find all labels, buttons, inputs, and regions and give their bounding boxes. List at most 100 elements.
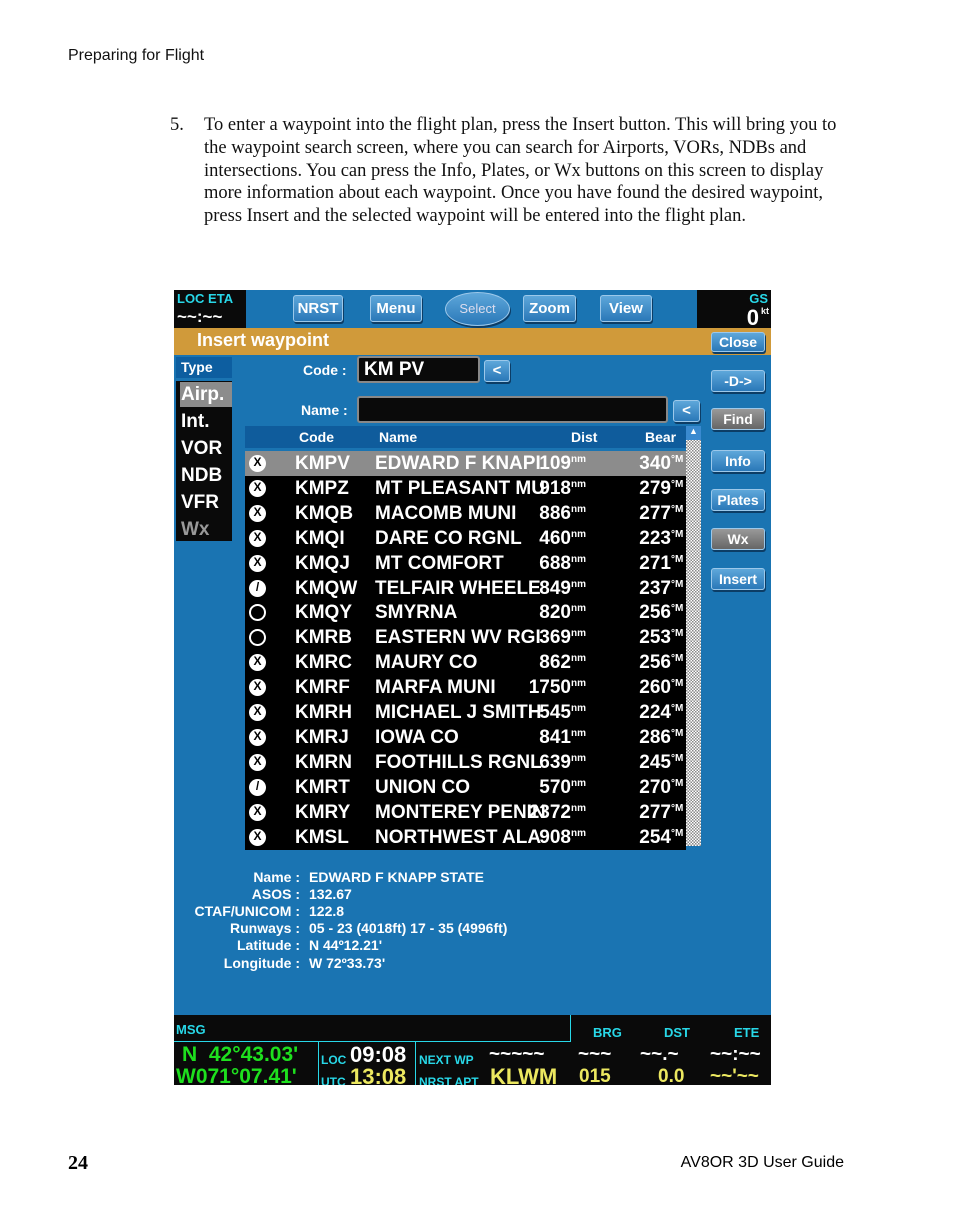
find-button[interactable]: Find bbox=[711, 408, 765, 430]
list-item[interactable]: X KMRN FOOTHILLS RGNL 639nm 245°M bbox=[245, 749, 686, 775]
row-dist: 918nm bbox=[539, 477, 586, 499]
row-bear: 237°M bbox=[639, 577, 684, 599]
info-label: Longitude : bbox=[223, 954, 300, 971]
row-bear: 277°M bbox=[639, 502, 684, 524]
name-label: Name : bbox=[301, 402, 348, 418]
row-dist: 639nm bbox=[539, 751, 586, 773]
name-backspace-button[interactable]: < bbox=[673, 400, 700, 422]
info-value: 132.67 bbox=[309, 886, 352, 903]
list-item[interactable]: X KMRF MARFA MUNI 1750nm 260°M bbox=[245, 675, 686, 701]
row-code: KMPZ bbox=[295, 477, 349, 499]
info-value: EDWARD F KNAPP STATE bbox=[309, 869, 485, 885]
code-input[interactable]: KM PV bbox=[357, 356, 480, 383]
row-name: MACOMB MUNI bbox=[375, 502, 517, 524]
insert-button[interactable]: Insert bbox=[711, 568, 765, 590]
list-header: Code Name Dist Bear bbox=[245, 426, 686, 448]
list-item[interactable]: KMRB EASTERN WV RGI 369nm 253°M bbox=[245, 625, 686, 651]
closed-airport-icon: X bbox=[249, 529, 266, 547]
info-label: ASOS : bbox=[251, 886, 300, 903]
row-bear: 245°M bbox=[639, 751, 684, 773]
name-input[interactable] bbox=[357, 396, 668, 423]
closed-airport-icon: X bbox=[249, 479, 266, 497]
list-scrollbar[interactable]: ▲ bbox=[686, 426, 701, 846]
row-name: UNION CO bbox=[375, 776, 470, 798]
ground-speed-box: GS 0 kt bbox=[697, 290, 771, 330]
row-bear: 270°M bbox=[639, 776, 684, 798]
row-name: NORTHWEST ALA bbox=[375, 826, 542, 848]
list-item[interactable]: X KMRY MONTEREY PENIN 2372nm 277°M bbox=[245, 799, 686, 825]
row-bear: 253°M bbox=[639, 627, 684, 649]
loc-eta-value: ~~:~~ bbox=[177, 307, 223, 326]
latitude-readout: N 42°43.03' bbox=[182, 1043, 299, 1066]
open-circle-icon bbox=[249, 629, 266, 647]
step-text: To enter a waypoint into the flight plan… bbox=[204, 115, 837, 227]
row-name: TELFAIR WHEELE bbox=[375, 577, 541, 599]
row-bear: 254°M bbox=[639, 826, 684, 848]
list-item[interactable]: X KMPV EDWARD F KNAPI 109nm 340°M bbox=[245, 451, 686, 476]
closed-airport-icon: X bbox=[249, 654, 266, 672]
row-dist: 545nm bbox=[539, 702, 586, 723]
closed-airport-icon: X bbox=[249, 753, 266, 771]
column-bear[interactable]: Bear bbox=[645, 426, 676, 448]
list-item[interactable]: X KMRC MAURY CO 862nm 256°M bbox=[245, 650, 686, 676]
type-int[interactable]: Int. bbox=[180, 409, 232, 434]
row-dist: 570nm bbox=[539, 776, 586, 798]
row-code: KMSL bbox=[295, 826, 349, 848]
plates-button[interactable]: Plates bbox=[711, 489, 765, 511]
list-item[interactable]: X KMRH MICHAEL J SMITH 545nm 224°M bbox=[245, 700, 686, 725]
row-dist: 460nm bbox=[539, 527, 586, 549]
nrst-button[interactable]: NRST bbox=[293, 295, 343, 322]
code-backspace-button[interactable]: < bbox=[484, 360, 510, 382]
list-item[interactable]: X KMQI DARE CO RGNL 460nm 223°M bbox=[245, 525, 686, 551]
type-vfr[interactable]: VFR bbox=[180, 490, 232, 515]
type-ndb[interactable]: NDB bbox=[180, 463, 232, 488]
running-header: Preparing for Flight bbox=[68, 47, 205, 64]
info-label: Runways : bbox=[229, 920, 300, 937]
list-item[interactable]: / KMRT UNION CO 570nm 270°M bbox=[245, 774, 686, 800]
list-item[interactable]: KMQY SMYRNA 820nm 256°M bbox=[245, 600, 686, 626]
zoom-button[interactable]: Zoom bbox=[523, 295, 576, 322]
column-name[interactable]: Name bbox=[379, 426, 417, 448]
row-code: KMQJ bbox=[295, 552, 350, 574]
row-code: KMRT bbox=[295, 776, 350, 798]
utc-time-label: UTC bbox=[321, 1075, 346, 1085]
column-dist[interactable]: Dist bbox=[571, 426, 597, 448]
nrst-apt-value: KLWM bbox=[490, 1064, 558, 1085]
next-wp-value: ~~~~~ bbox=[489, 1044, 545, 1065]
info-button[interactable]: Info bbox=[711, 450, 765, 472]
type-airp[interactable]: Airp. bbox=[180, 382, 232, 407]
longitude-readout: W071°07.41' bbox=[176, 1065, 297, 1085]
row-code: KMPV bbox=[295, 453, 350, 474]
msg-label[interactable]: MSG bbox=[176, 1022, 206, 1037]
type-vor[interactable]: VOR bbox=[180, 436, 232, 461]
list-item[interactable]: X KMRJ IOWA CO 841nm 286°M bbox=[245, 724, 686, 750]
row-name: EDWARD F KNAPI bbox=[375, 453, 541, 474]
type-wx[interactable]: Wx bbox=[180, 517, 232, 542]
wx-button[interactable]: Wx bbox=[711, 528, 765, 550]
row-bear: 271°M bbox=[639, 552, 684, 574]
row-code: KMRC bbox=[295, 652, 352, 674]
row-name: SMYRNA bbox=[375, 602, 458, 624]
list-item[interactable]: X KMQB MACOMB MUNI 886nm 277°M bbox=[245, 500, 686, 526]
nrst-ete: ~~'~~ bbox=[710, 1066, 759, 1085]
direct-to-button[interactable]: -D-> bbox=[711, 370, 765, 392]
close-button[interactable]: Close bbox=[711, 332, 765, 352]
row-code: KMRF bbox=[295, 677, 350, 699]
info-label: CTAF/UNICOM : bbox=[194, 903, 301, 920]
list-item[interactable]: / KMQW TELFAIR WHEELE 849nm 237°M bbox=[245, 575, 686, 601]
list-item[interactable]: X KMPZ MT PLEASANT MU 918nm 279°M bbox=[245, 475, 686, 501]
row-name: MT COMFORT bbox=[375, 552, 504, 574]
page-number: 24 bbox=[68, 1152, 88, 1174]
info-value: W 72º33.73' bbox=[309, 954, 386, 971]
ete-label: ETE bbox=[734, 1025, 760, 1040]
view-button[interactable]: View bbox=[600, 295, 652, 322]
select-button[interactable]: Select bbox=[445, 292, 510, 326]
closed-airport-icon: X bbox=[249, 803, 266, 821]
list-item[interactable]: X KMQJ MT COMFORT 688nm 271°M bbox=[245, 550, 686, 576]
column-code[interactable]: Code bbox=[299, 426, 334, 448]
list-item[interactable]: X KMSL NORTHWEST ALA 908nm 254°M bbox=[245, 824, 686, 850]
menu-button[interactable]: Menu bbox=[370, 295, 422, 322]
row-name: MT PLEASANT MU bbox=[375, 477, 545, 499]
row-bear: 286°M bbox=[639, 726, 684, 748]
scroll-up-icon[interactable]: ▲ bbox=[686, 426, 701, 440]
